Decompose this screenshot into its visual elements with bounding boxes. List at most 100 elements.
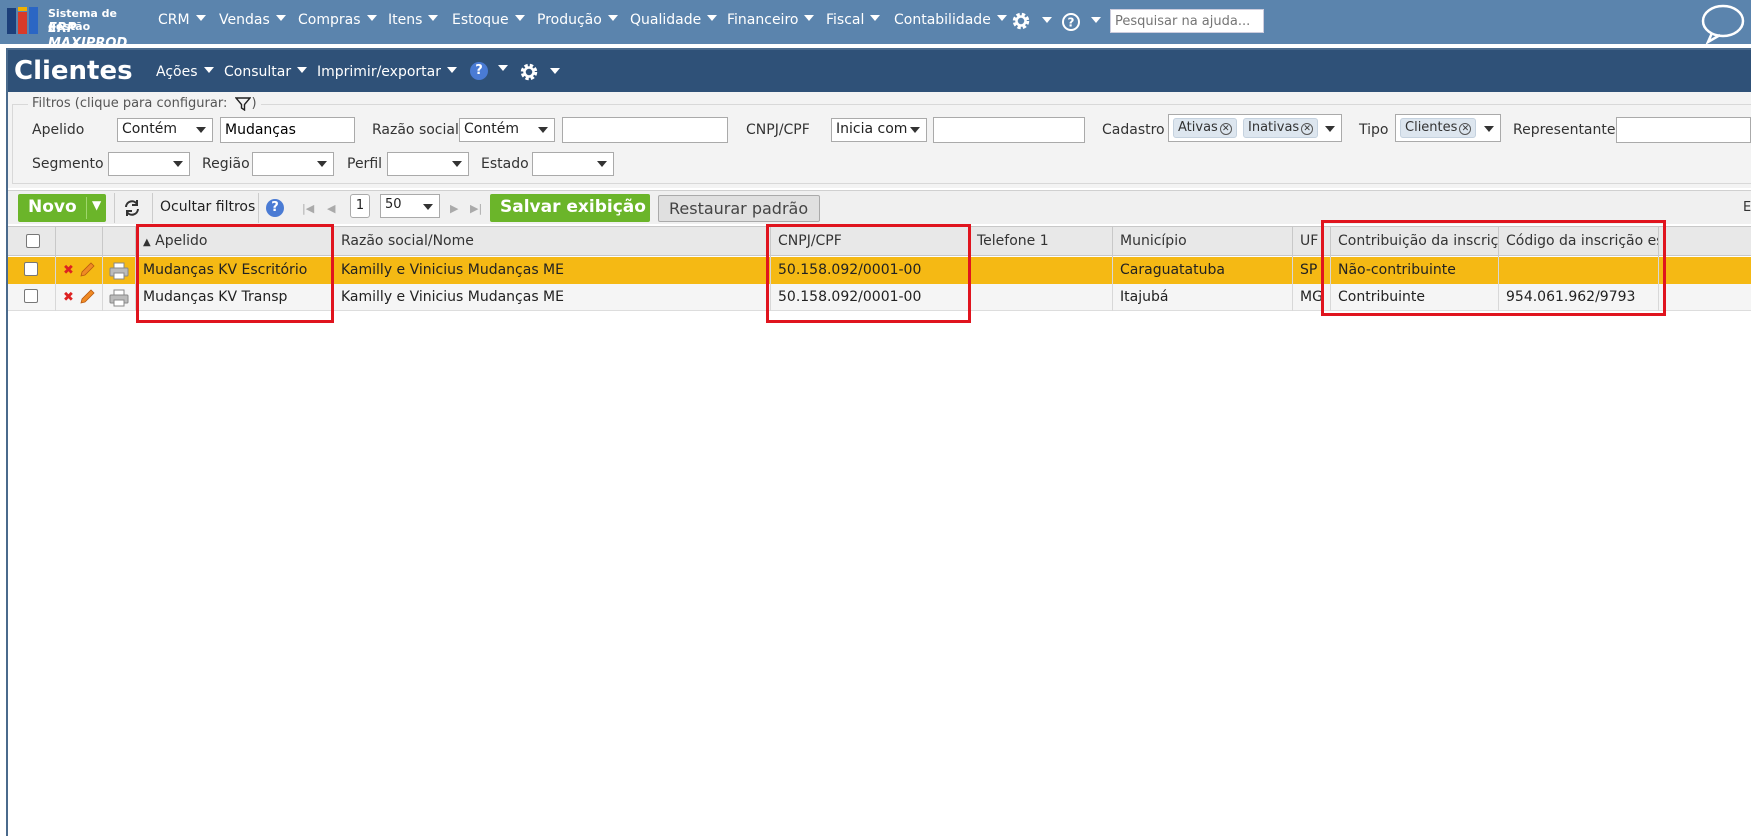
chevron-down-icon (195, 15, 206, 21)
page-settings-menu[interactable] (518, 61, 561, 87)
previous-page-icon[interactable]: ◀ (327, 202, 335, 215)
nav-itens-label: Itens (388, 12, 423, 28)
help-icon: ? (1062, 13, 1080, 31)
column-municipio[interactable]: Município (1113, 227, 1293, 257)
cadastro-tag-ativas[interactable]: Ativas ✕ (1173, 118, 1237, 138)
printer-icon[interactable] (109, 262, 129, 280)
brand-logo[interactable]: Sistema de gestão ERP MAXIPROD (6, 4, 146, 51)
chevron-down-icon (538, 127, 548, 133)
remove-tag-icon[interactable]: ✕ (1459, 123, 1472, 135)
cnpj-label: CNPJ/CPF (746, 122, 810, 138)
estado-select[interactable] (532, 152, 614, 176)
chevron-down-icon (423, 204, 433, 210)
nav-contabilidade-label: Contabilidade (894, 12, 991, 28)
chevron-down-icon (910, 127, 920, 133)
delete-icon[interactable]: ✖ (63, 263, 74, 278)
column-telefone[interactable]: Telefone 1 (970, 227, 1113, 257)
actions-header (56, 227, 103, 257)
remove-tag-icon[interactable]: ✕ (1301, 123, 1314, 135)
last-page-icon[interactable]: ▶| (470, 202, 482, 215)
nav-contabilidade[interactable]: Contabilidade (894, 12, 1007, 28)
tipo-multiselect[interactable]: Clientes ✕ (1395, 114, 1501, 142)
pencil-icon[interactable] (78, 261, 96, 279)
page-size-select[interactable]: 50 (380, 194, 440, 218)
cadastro-multiselect[interactable]: Ativas ✕ Inativas ✕ (1168, 114, 1342, 142)
menu-acoes[interactable]: Ações (156, 64, 214, 80)
nav-fiscal[interactable]: Fiscal (826, 12, 881, 28)
chevron-down-icon (446, 67, 457, 73)
row-checkbox[interactable] (24, 262, 38, 276)
nav-qualidade-label: Qualidade (630, 12, 702, 28)
column-razao-social-label: Razão social/Nome (341, 233, 474, 249)
first-page-icon[interactable]: |◀ (302, 202, 314, 215)
apelido-operator-select[interactable]: Contém (117, 118, 213, 142)
chevron-down-icon (275, 15, 286, 21)
remove-tag-icon[interactable]: ✕ (1219, 123, 1232, 135)
next-page-icon[interactable]: ▶ (450, 202, 458, 215)
column-uf-label: UF (1300, 233, 1319, 249)
chevron-down-icon (870, 15, 881, 21)
nav-itens[interactable]: Itens (388, 12, 439, 28)
chevron-down-icon (196, 127, 206, 133)
page-help-menu[interactable]: ? (470, 62, 509, 80)
hide-filters-button[interactable]: Ocultar filtros (160, 199, 255, 215)
nav-estoque[interactable]: Estoque (452, 12, 525, 28)
help-search-input[interactable] (1110, 9, 1264, 33)
representante-input[interactable] (1616, 117, 1751, 143)
nav-crm[interactable]: CRM (158, 12, 206, 28)
nav-financeiro[interactable]: Financeiro (727, 12, 815, 28)
nav-qualidade[interactable]: Qualidade (630, 12, 718, 28)
funnel-icon[interactable] (234, 96, 252, 111)
cnpj-input[interactable] (933, 117, 1085, 143)
chat-icon[interactable] (1700, 2, 1746, 44)
novo-dropdown-icon[interactable]: ▼ (92, 198, 101, 212)
chevron-down-icon (428, 15, 439, 21)
segmento-select[interactable] (108, 152, 190, 176)
help-icon[interactable]: ? (266, 199, 284, 217)
novo-button[interactable]: Novo ▼ (18, 194, 106, 222)
nav-help[interactable]: ? (1061, 12, 1102, 36)
nav-vendas[interactable]: Vendas (219, 12, 286, 28)
tipo-tag-clientes[interactable]: Clientes ✕ (1400, 118, 1477, 138)
razao-social-operator-select[interactable]: Contém (459, 118, 555, 142)
menu-consultar-label: Consultar (224, 64, 292, 80)
perfil-select[interactable] (387, 152, 469, 176)
chevron-down-icon (498, 65, 509, 71)
nav-compras[interactable]: Compras (298, 12, 377, 28)
menu-consultar[interactable]: Consultar (224, 64, 308, 80)
apelido-input[interactable] (220, 117, 355, 143)
nav-vendas-label: Vendas (219, 12, 270, 28)
nav-producao[interactable]: Produção (537, 12, 618, 28)
page-number-input[interactable]: 1 (350, 194, 370, 218)
nav-settings[interactable] (1010, 10, 1053, 36)
cadastro-tag-inativas[interactable]: Inativas ✕ (1243, 118, 1319, 138)
filters-panel: Filtros (clique para configurar: ) Apeli… (8, 92, 1751, 188)
save-view-button[interactable]: Salvar exibição (490, 194, 650, 222)
export-link[interactable]: Ex (1743, 200, 1751, 215)
printer-icon[interactable] (109, 289, 129, 307)
menu-imprimir-exportar[interactable]: Imprimir/exportar (317, 64, 457, 80)
select-all-checkbox[interactable] (26, 234, 40, 248)
toolbar-divider (114, 193, 115, 223)
regiao-select[interactable] (252, 152, 334, 176)
restore-default-button[interactable]: Restaurar padrão (658, 195, 820, 222)
cnpj-operator-value: Inicia com (836, 121, 908, 137)
row-checkbox[interactable] (24, 289, 38, 303)
delete-icon[interactable]: ✖ (63, 290, 74, 305)
nav-producao-label: Produção (537, 12, 602, 28)
cell-razao-social: Kamilly e Vinicius Mudanças ME (334, 284, 771, 311)
nav-financeiro-label: Financeiro (727, 12, 799, 28)
razao-social-input[interactable] (562, 117, 728, 143)
pencil-icon[interactable] (78, 288, 96, 306)
filters-legend[interactable]: Filtros (clique para configurar: ) (28, 96, 261, 111)
cnpj-operator-select[interactable]: Inicia com (831, 118, 927, 142)
cell-telefone (970, 257, 1113, 284)
page-header: Clientes Ações Consultar Imprimir/export… (8, 50, 1751, 92)
refresh-icon[interactable] (122, 198, 142, 218)
column-razao-social[interactable]: Razão social/Nome (334, 227, 771, 257)
row-print-cell (103, 284, 136, 311)
chevron-down-icon (550, 68, 561, 74)
column-telefone-label: Telefone 1 (977, 233, 1049, 249)
nav-fiscal-label: Fiscal (826, 12, 865, 28)
menu-acoes-label: Ações (156, 64, 198, 80)
